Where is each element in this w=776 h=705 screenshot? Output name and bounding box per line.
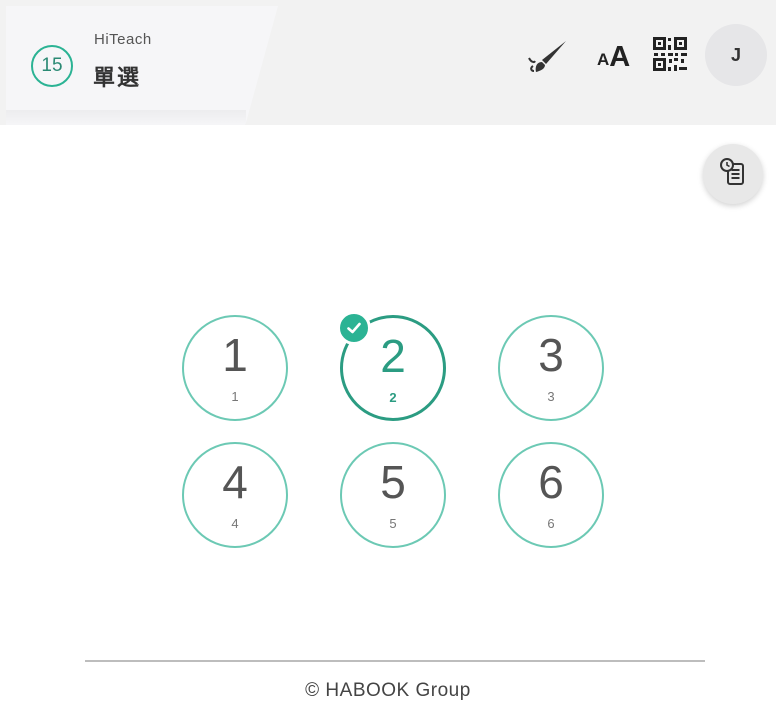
history-clipboard-icon: [719, 157, 747, 192]
qr-code-icon[interactable]: [652, 36, 688, 72]
option-5-button[interactable]: 5 5: [340, 442, 446, 548]
font-size-small-glyph: A: [597, 50, 610, 69]
option-6-sublabel: 6: [547, 516, 555, 531]
option-2-sublabel: 2: [389, 390, 397, 405]
option-1-sublabel: 1: [231, 389, 239, 404]
option-4-label: 4: [222, 456, 248, 508]
history-button[interactable]: [703, 144, 763, 204]
option-6-label: 6: [538, 456, 564, 508]
option-1-button[interactable]: 1 1: [182, 315, 288, 421]
header-bar: 15 HiTeach 單選 A A J: [0, 0, 776, 126]
option-4-sublabel: 4: [231, 516, 239, 531]
option-3-sublabel: 3: [547, 389, 555, 404]
option-5-label: 5: [380, 456, 406, 508]
option-6-button[interactable]: 6 6: [498, 442, 604, 548]
footer-copyright: © HABOOK Group: [305, 680, 471, 701]
option-3-button[interactable]: 3 3: [498, 315, 604, 421]
option-1-label: 1: [222, 329, 248, 381]
brush-icon[interactable]: [526, 38, 570, 76]
question-mode-title: 單選: [93, 66, 142, 91]
footer-divider: [85, 660, 705, 662]
option-3-label: 3: [538, 329, 564, 381]
tab-shadow: [6, 110, 246, 126]
selected-check-icon: [337, 311, 371, 345]
app-name: HiTeach: [94, 31, 152, 48]
option-4-button[interactable]: 4 4: [182, 442, 288, 548]
participant-count-badge: 15: [31, 45, 73, 87]
font-size-button[interactable]: A A: [597, 38, 630, 76]
user-avatar[interactable]: J: [705, 24, 767, 86]
option-5-sublabel: 5: [389, 516, 397, 531]
font-size-large-glyph: A: [609, 41, 631, 73]
